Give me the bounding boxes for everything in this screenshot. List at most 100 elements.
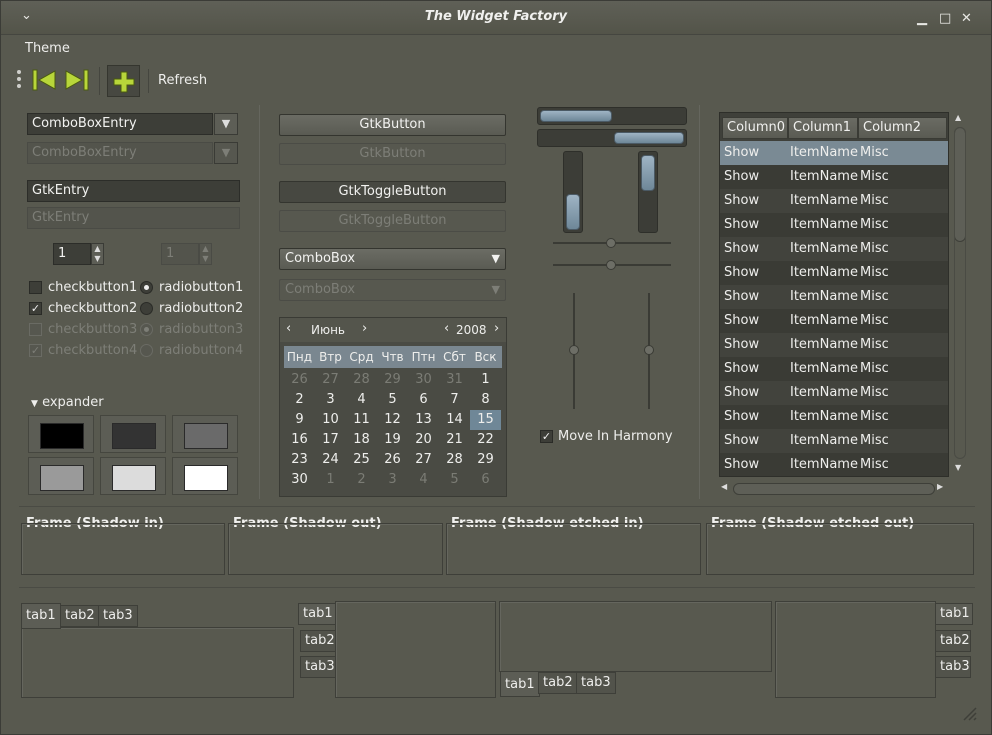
calendar-day[interactable]: 22: [470, 430, 501, 450]
calendar-day[interactable]: 15: [470, 410, 501, 430]
radiobutton-2[interactable]: [140, 302, 153, 315]
menu-theme[interactable]: Theme: [25, 41, 70, 56]
spin-arrows-icon[interactable]: ▲ ▼: [91, 243, 104, 265]
tree-vscrollbar[interactable]: ▲ ▼: [953, 113, 967, 473]
refresh-button[interactable]: Refresh: [158, 73, 207, 88]
calendar-day[interactable]: 1: [315, 470, 346, 490]
notebook-right-tab2[interactable]: tab2: [935, 630, 971, 652]
color-swatch-6[interactable]: [172, 457, 238, 495]
table-row[interactable]: Show ItemName Misc: [720, 189, 948, 213]
vslider-2-handle[interactable]: [644, 345, 654, 355]
calendar-day[interactable]: 11: [346, 410, 377, 430]
notebook-right-tab3[interactable]: tab3: [935, 656, 971, 678]
color-swatch-2[interactable]: [100, 415, 166, 453]
color-swatch-4[interactable]: [28, 457, 94, 495]
calendar-day[interactable]: 5: [377, 390, 408, 410]
calendar-day[interactable]: 17: [315, 430, 346, 450]
notebook-bottom-tab2[interactable]: tab2: [538, 672, 578, 694]
tree-hscroll-thumb[interactable]: [733, 483, 935, 495]
calendar-day[interactable]: 24: [315, 450, 346, 470]
checkbox-2[interactable]: ✓: [29, 302, 42, 315]
notebook-left-tab2[interactable]: tab2: [300, 630, 336, 652]
go-back-icon[interactable]: [31, 68, 57, 92]
calendar-day[interactable]: 21: [439, 430, 470, 450]
color-swatch-1[interactable]: [28, 415, 94, 453]
calendar-day[interactable]: 12: [377, 410, 408, 430]
spin-button[interactable]: 1: [53, 243, 91, 265]
calendar[interactable]: ‹ Июнь › ‹ 2008 › Пнд Втр Срд Чтв Птн Сбт Вск …: [279, 317, 507, 497]
toggle-button[interactable]: GtkToggleButton: [279, 181, 506, 203]
table-row[interactable]: Show ItemName Misc: [720, 165, 948, 189]
calendar-day[interactable]: 7: [439, 390, 470, 410]
calendar-day[interactable]: 29: [470, 450, 501, 470]
column-header-2[interactable]: Column2: [858, 117, 947, 139]
next-year-icon[interactable]: ›: [494, 321, 499, 336]
calendar-day[interactable]: 10: [315, 410, 346, 430]
column-header-0[interactable]: Column0: [722, 117, 788, 139]
calendar-day[interactable]: 3: [315, 390, 346, 410]
vscale-left[interactable]: [563, 151, 583, 233]
calendar-day[interactable]: 23: [284, 450, 315, 470]
table-row[interactable]: Show ItemName Misc: [720, 237, 948, 261]
column-header-1[interactable]: Column1: [788, 117, 858, 139]
hslider-2-handle[interactable]: [606, 260, 616, 270]
gtk-button[interactable]: GtkButton: [279, 114, 506, 136]
notebook-right-tab1[interactable]: tab1: [935, 603, 973, 625]
notebook-top-tab3[interactable]: tab3: [98, 605, 138, 627]
add-button[interactable]: [107, 65, 140, 97]
gtk-entry[interactable]: GtkEntry: [27, 180, 240, 202]
scroll-down-icon[interactable]: ▼: [955, 463, 961, 472]
hscale-top[interactable]: [537, 107, 687, 125]
calendar-day[interactable]: 31: [439, 370, 470, 390]
calendar-day[interactable]: 2: [284, 390, 315, 410]
calendar-day[interactable]: 29: [377, 370, 408, 390]
table-row[interactable]: Show ItemName Misc: [720, 453, 948, 476]
calendar-day[interactable]: 26: [377, 450, 408, 470]
hscale-bottom[interactable]: [537, 129, 687, 147]
notebook-top-tab1[interactable]: tab1: [21, 603, 61, 629]
toolbar-grip-icon[interactable]: [17, 70, 21, 90]
table-row[interactable]: Show ItemName Misc: [720, 381, 948, 405]
calendar-day[interactable]: 2: [346, 470, 377, 490]
prev-year-icon[interactable]: ‹: [444, 321, 449, 336]
go-forward-icon[interactable]: [64, 68, 90, 92]
combobox-entry[interactable]: ComboBoxEntry: [27, 113, 213, 135]
calendar-day[interactable]: 26: [284, 370, 315, 390]
prev-month-icon[interactable]: ‹: [286, 321, 291, 336]
calendar-day[interactable]: 1: [470, 370, 501, 390]
calendar-day[interactable]: 30: [408, 370, 439, 390]
table-row[interactable]: Show ItemName Misc: [720, 333, 948, 357]
close-icon[interactable]: ✕: [961, 11, 972, 26]
calendar-day[interactable]: 5: [439, 470, 470, 490]
calendar-day[interactable]: 4: [346, 390, 377, 410]
scroll-left-icon[interactable]: ◀: [721, 482, 727, 491]
table-row[interactable]: Show ItemName Misc: [720, 357, 948, 381]
calendar-day[interactable]: 18: [346, 430, 377, 450]
combobox-entry-arrow-icon[interactable]: ▼: [214, 113, 238, 135]
calendar-day[interactable]: 13: [408, 410, 439, 430]
table-row[interactable]: Show ItemName Misc: [720, 309, 948, 333]
calendar-day[interactable]: 20: [408, 430, 439, 450]
scroll-up-icon[interactable]: ▲: [955, 113, 961, 122]
calendar-day[interactable]: 30: [284, 470, 315, 490]
notebook-top-tab2[interactable]: tab2: [60, 605, 100, 627]
table-row[interactable]: Show ItemName Misc: [720, 141, 948, 165]
next-month-icon[interactable]: ›: [362, 321, 367, 336]
maximize-icon[interactable]: □: [939, 11, 951, 26]
table-row[interactable]: Show ItemName Misc: [720, 285, 948, 309]
expander[interactable]: ▼ expander: [31, 395, 104, 410]
calendar-day[interactable]: 19: [377, 430, 408, 450]
calendar-day[interactable]: 4: [408, 470, 439, 490]
color-swatch-5[interactable]: [100, 457, 166, 495]
calendar-day[interactable]: 6: [470, 470, 501, 490]
calendar-day[interactable]: 25: [346, 450, 377, 470]
calendar-day[interactable]: 16: [284, 430, 315, 450]
table-row[interactable]: Show ItemName Misc: [720, 213, 948, 237]
calendar-day[interactable]: 27: [315, 370, 346, 390]
calendar-day[interactable]: 9: [284, 410, 315, 430]
notebook-bottom-tab3[interactable]: tab3: [576, 672, 616, 694]
table-row[interactable]: Show ItemName Misc: [720, 405, 948, 429]
calendar-day[interactable]: 27: [408, 450, 439, 470]
scroll-right-icon[interactable]: ▶: [937, 482, 943, 491]
notebook-left-tab3[interactable]: tab3: [300, 656, 336, 678]
